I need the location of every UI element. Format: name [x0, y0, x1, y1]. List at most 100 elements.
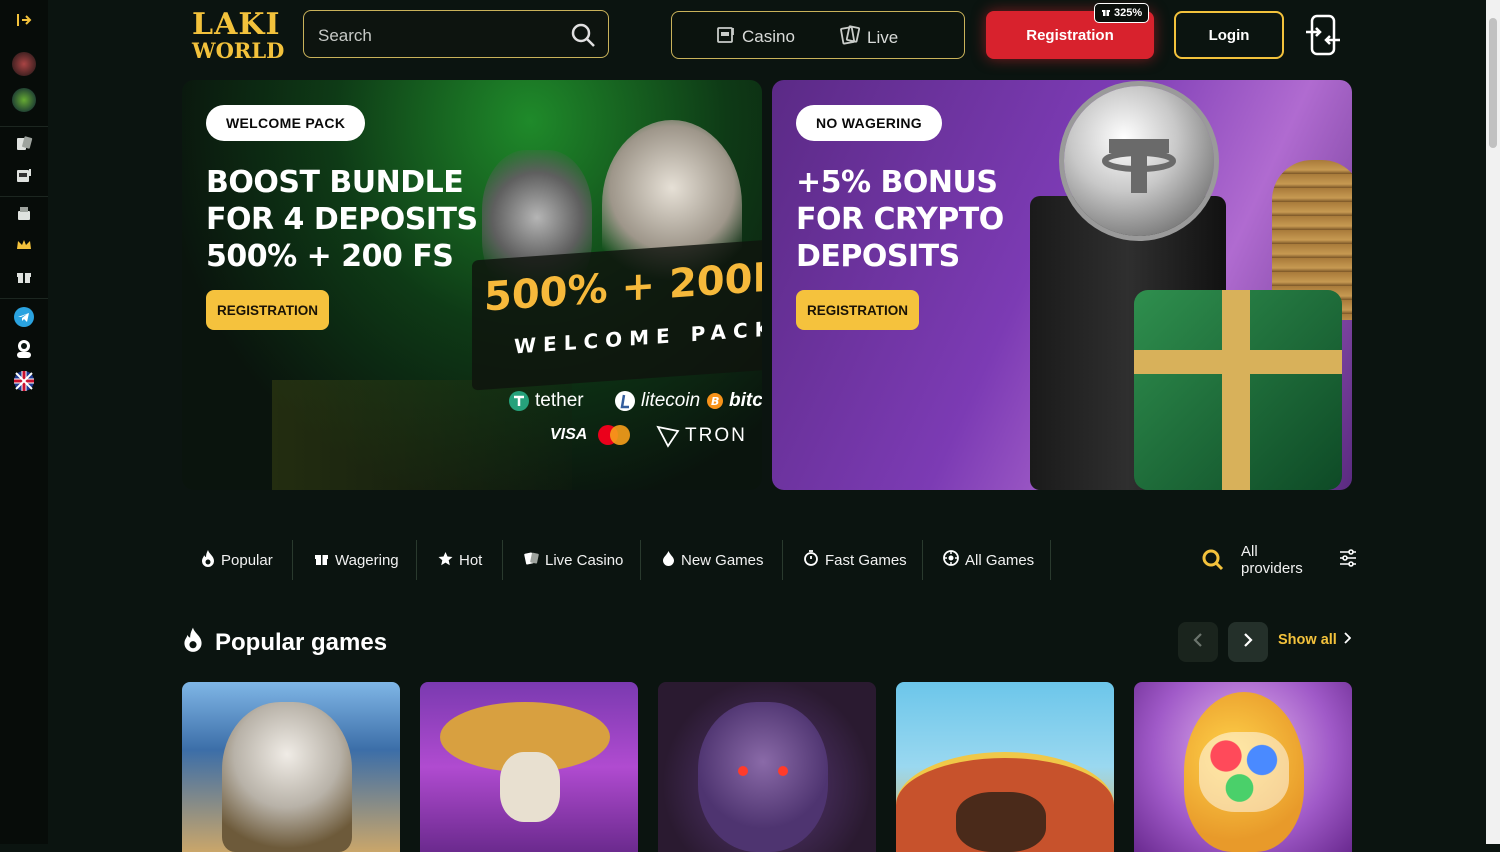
popular-games-heading: Popular games — [183, 626, 387, 659]
visa-logo: VISA — [550, 426, 587, 444]
show-all-label: Show all — [1278, 632, 1337, 648]
game-card[interactable] — [182, 682, 400, 852]
promo-big-text: 500% + 200FS — [484, 251, 762, 321]
crypto-bonus-banner[interactable]: NO WAGERING +5% BONUS FOR CRYPTO DEPOSIT… — [772, 80, 1352, 490]
banner-1-registration-button[interactable]: REGISTRATION — [206, 290, 329, 330]
chevron-right-icon — [1343, 632, 1352, 648]
dealer-icon[interactable] — [12, 202, 36, 226]
gift-box-image — [1134, 290, 1342, 490]
litecoin-logo: litecoin — [614, 390, 700, 412]
tab-all-games[interactable]: All Games — [943, 540, 1034, 580]
app-download-icon[interactable] — [1304, 14, 1342, 61]
tab-wagering-label: Wagering — [335, 551, 399, 569]
game-card[interactable] — [658, 682, 876, 852]
zeus-game-thumbnail — [222, 702, 352, 852]
welcome-pack-promo: 500% + 200FS WELCOME PACK — [472, 239, 762, 391]
star-icon — [438, 551, 453, 570]
game-avatar-1[interactable] — [12, 52, 36, 76]
tab-popular[interactable]: Popular — [201, 540, 273, 580]
game-card[interactable] — [1134, 682, 1352, 852]
crown-icon[interactable] — [12, 233, 36, 257]
mummy-game-thumbnail — [698, 702, 828, 852]
cards-icon[interactable] — [12, 132, 36, 156]
mastercard-logo — [596, 424, 632, 446]
bonus-badge: 325% — [1094, 3, 1150, 23]
chevron-left-icon — [1192, 632, 1204, 653]
game-avatar-2[interactable] — [12, 88, 36, 112]
gift-icon — [314, 551, 329, 570]
game-card[interactable] — [420, 682, 638, 852]
tab-new-games-label: New Games — [681, 551, 764, 569]
visa-label: VISA — [550, 426, 588, 443]
fire-icon — [201, 549, 215, 571]
games-search-icon[interactable] — [1201, 540, 1225, 580]
carousel-prev-button[interactable] — [1178, 622, 1218, 662]
slot-machine-icon — [716, 24, 736, 49]
banner-1-headline: BOOST BUNDLE FOR 4 DEPOSITS 500% + 200 F… — [206, 165, 478, 274]
gift-icon — [1101, 7, 1111, 20]
search-input[interactable] — [316, 23, 560, 49]
category-tabs: Popular Wagering Hot Live Casino New Gam… — [182, 540, 1358, 580]
tether-logo: tether — [508, 390, 584, 412]
svg-text:B: B — [711, 395, 719, 408]
tab-popular-label: Popular — [221, 551, 273, 569]
tether-coin-image — [1064, 86, 1214, 236]
bitcoin-logo: B bitcoin — [706, 390, 762, 412]
game-card[interactable] — [896, 682, 1114, 852]
drop-icon — [662, 550, 675, 570]
search-box[interactable] — [303, 10, 609, 58]
banner-2-registration-button[interactable]: REGISTRATION — [796, 290, 919, 330]
left-sidebar — [0, 0, 48, 844]
bitcoin-label: bitcoin — [729, 390, 762, 411]
fire-icon — [183, 626, 203, 659]
welcome-pack-banner[interactable]: WELCOME PACK BOOST BUNDLE FOR 4 DEPOSITS… — [182, 80, 762, 490]
grid-icon — [943, 550, 959, 570]
mode-switcher: Casino Live — [671, 11, 965, 59]
slot-machine-icon[interactable] — [12, 163, 36, 187]
gift-icon[interactable] — [12, 264, 36, 288]
stopwatch-icon — [803, 550, 819, 570]
tab-hot[interactable]: Hot — [438, 540, 482, 580]
mode-live-label: Live — [867, 27, 899, 47]
tether-label: tether — [535, 390, 584, 411]
scrollbar-thumb[interactable] — [1489, 18, 1497, 148]
mode-live[interactable]: Live — [839, 24, 898, 51]
cards-icon — [839, 24, 861, 51]
all-providers-label: All providers — [1241, 543, 1303, 577]
registration-label: Registration — [1026, 26, 1114, 44]
carousel-next-button[interactable] — [1228, 622, 1268, 662]
login-label: Login — [1208, 26, 1250, 44]
tab-all-games-label: All Games — [965, 551, 1035, 569]
litecoin-label: litecoin — [641, 390, 701, 411]
uk-flag-icon[interactable] — [12, 369, 36, 393]
tab-fast-games[interactable]: Fast Games — [803, 540, 907, 580]
site-logo[interactable]: LAKI WORLD — [192, 7, 294, 63]
tron-label: TRON — [685, 425, 747, 446]
telegram-icon[interactable] — [12, 305, 36, 329]
show-all-link[interactable]: Show all — [1278, 632, 1352, 648]
promo-small-text: WELCOME PACK — [514, 316, 762, 359]
chevron-right-icon — [1242, 632, 1254, 653]
tab-live-casino[interactable]: Live Casino — [524, 540, 623, 580]
login-button[interactable]: Login — [1174, 11, 1284, 59]
bonus-badge-text: 325% — [1114, 7, 1143, 19]
exit-arrow-icon[interactable] — [12, 8, 36, 32]
tron-logo: TRON — [656, 424, 747, 448]
logo-line-1: LAKI — [192, 7, 281, 42]
welcome-pack-pill: WELCOME PACK — [206, 105, 366, 141]
logo-line-2: WORLD — [192, 38, 285, 63]
filter-sliders-icon — [1338, 548, 1358, 572]
tab-new-games[interactable]: New Games — [662, 540, 764, 580]
cards-icon — [524, 551, 539, 570]
mode-casino[interactable]: Casino — [716, 24, 795, 49]
tab-hot-label: Hot — [459, 551, 483, 569]
tab-fast-games-label: Fast Games — [825, 551, 907, 569]
tab-wagering[interactable]: Wagering — [314, 540, 399, 580]
support-agent-icon[interactable] — [12, 336, 36, 360]
banner-2-headline: +5% BONUS FOR CRYPTO DEPOSITS — [796, 165, 1004, 274]
popular-games-title: Popular games — [215, 628, 388, 656]
page-scrollbar[interactable] — [1486, 0, 1500, 844]
search-icon[interactable] — [570, 22, 596, 53]
tab-live-casino-label: Live Casino — [545, 551, 624, 569]
all-providers-filter[interactable]: All providers — [1241, 540, 1358, 580]
